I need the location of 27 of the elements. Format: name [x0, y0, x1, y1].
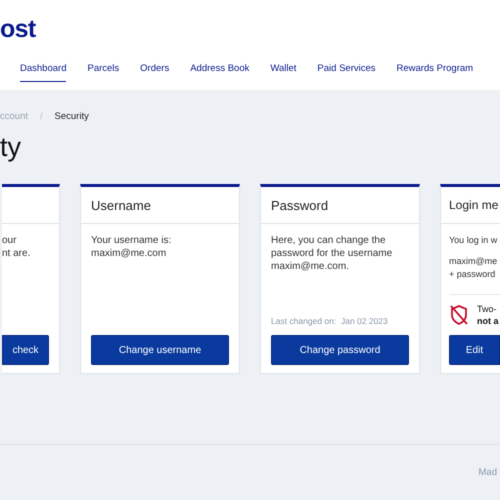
card-action-button[interactable]: Change username	[91, 335, 229, 366]
card-text: You log in w	[449, 234, 498, 248]
card-action-button[interactable]: check	[2, 335, 49, 366]
page-title: ty	[0, 134, 22, 162]
card-action-button[interactable]: Edit	[449, 335, 500, 366]
logo[interactable]: ost	[0, 17, 500, 42]
card-text: our nt are.	[2, 234, 32, 260]
card-title: Username	[91, 196, 151, 214]
footer-text: Mad	[478, 466, 497, 480]
nav-tab[interactable]: Paid Services	[317, 62, 376, 82]
last-changed-text: Last changed on: Jan 02 2023	[271, 314, 389, 328]
nav-tab[interactable]: Parcels	[87, 62, 120, 82]
nav-tab[interactable]: Rewards Program	[396, 62, 474, 82]
two-factor-status: Two- not a	[477, 303, 498, 328]
card-text: Your username is: maxim@me.com	[91, 234, 172, 260]
card-text: Here, you can change the password for the username maxim@me.com.	[271, 234, 394, 274]
shield-off-icon	[449, 304, 469, 326]
card-text: maxim@me + password	[449, 255, 498, 282]
nav-tab[interactable]: Wallet	[270, 62, 296, 82]
nav-tab[interactable]: Address Book	[190, 62, 250, 82]
nav-tab[interactable]: Dashboard	[20, 62, 66, 82]
breadcrumb-current: Security	[54, 110, 89, 124]
card-title: Login me	[449, 197, 498, 214]
nav-tab[interactable]: Orders	[140, 62, 170, 82]
breadcrumb-separator: /	[40, 110, 43, 124]
card-title: Password	[271, 196, 328, 214]
card-action-button[interactable]: Change password	[271, 335, 409, 366]
